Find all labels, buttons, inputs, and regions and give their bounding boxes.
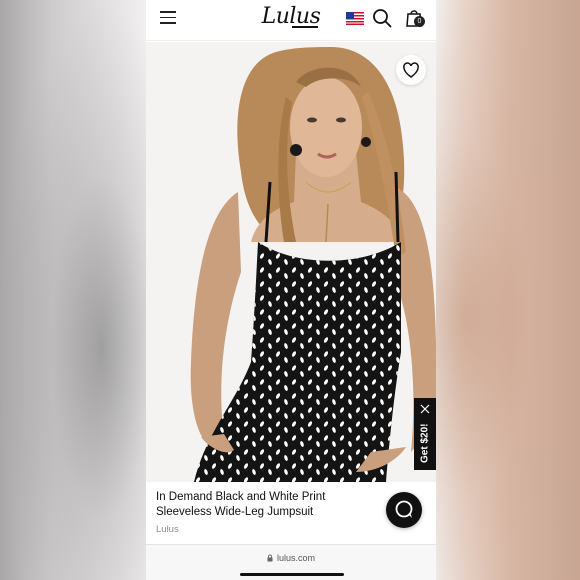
phone-screen: Lulus 0 Get $20! In Demand Black and Whi… xyxy=(146,0,436,580)
cart-count-badge: 0 xyxy=(414,16,425,27)
close-icon[interactable] xyxy=(419,403,431,415)
product-photo[interactable]: Get $20! xyxy=(146,42,436,482)
product-info: In Demand Black and White Print Sleevele… xyxy=(146,482,436,544)
site-header: Lulus 0 xyxy=(146,0,436,41)
chat-button[interactable] xyxy=(386,492,422,528)
hamburger-menu-icon[interactable] xyxy=(160,11,176,25)
home-indicator[interactable] xyxy=(240,573,344,576)
search-icon[interactable] xyxy=(372,8,392,28)
promo-tab[interactable]: Get $20! xyxy=(414,398,436,470)
url-text[interactable]: lulus.com xyxy=(277,553,315,563)
chat-bubble-icon xyxy=(395,500,413,518)
product-title: In Demand Black and White Print Sleevele… xyxy=(156,491,326,518)
background-blur-left xyxy=(0,0,146,580)
us-flag-icon[interactable] xyxy=(346,12,364,25)
lock-icon xyxy=(267,554,273,562)
background-blur-right xyxy=(436,0,580,580)
logo-underline xyxy=(292,26,318,28)
product-brand[interactable]: Lulus xyxy=(156,524,179,535)
favorite-button[interactable] xyxy=(396,55,426,85)
promo-label[interactable]: Get $20! xyxy=(414,418,436,468)
heart-icon xyxy=(403,62,419,78)
brand-logo[interactable]: Lulus xyxy=(256,2,326,32)
model-illustration xyxy=(146,42,436,482)
browser-url-bar[interactable]: lulus.com xyxy=(146,544,436,580)
